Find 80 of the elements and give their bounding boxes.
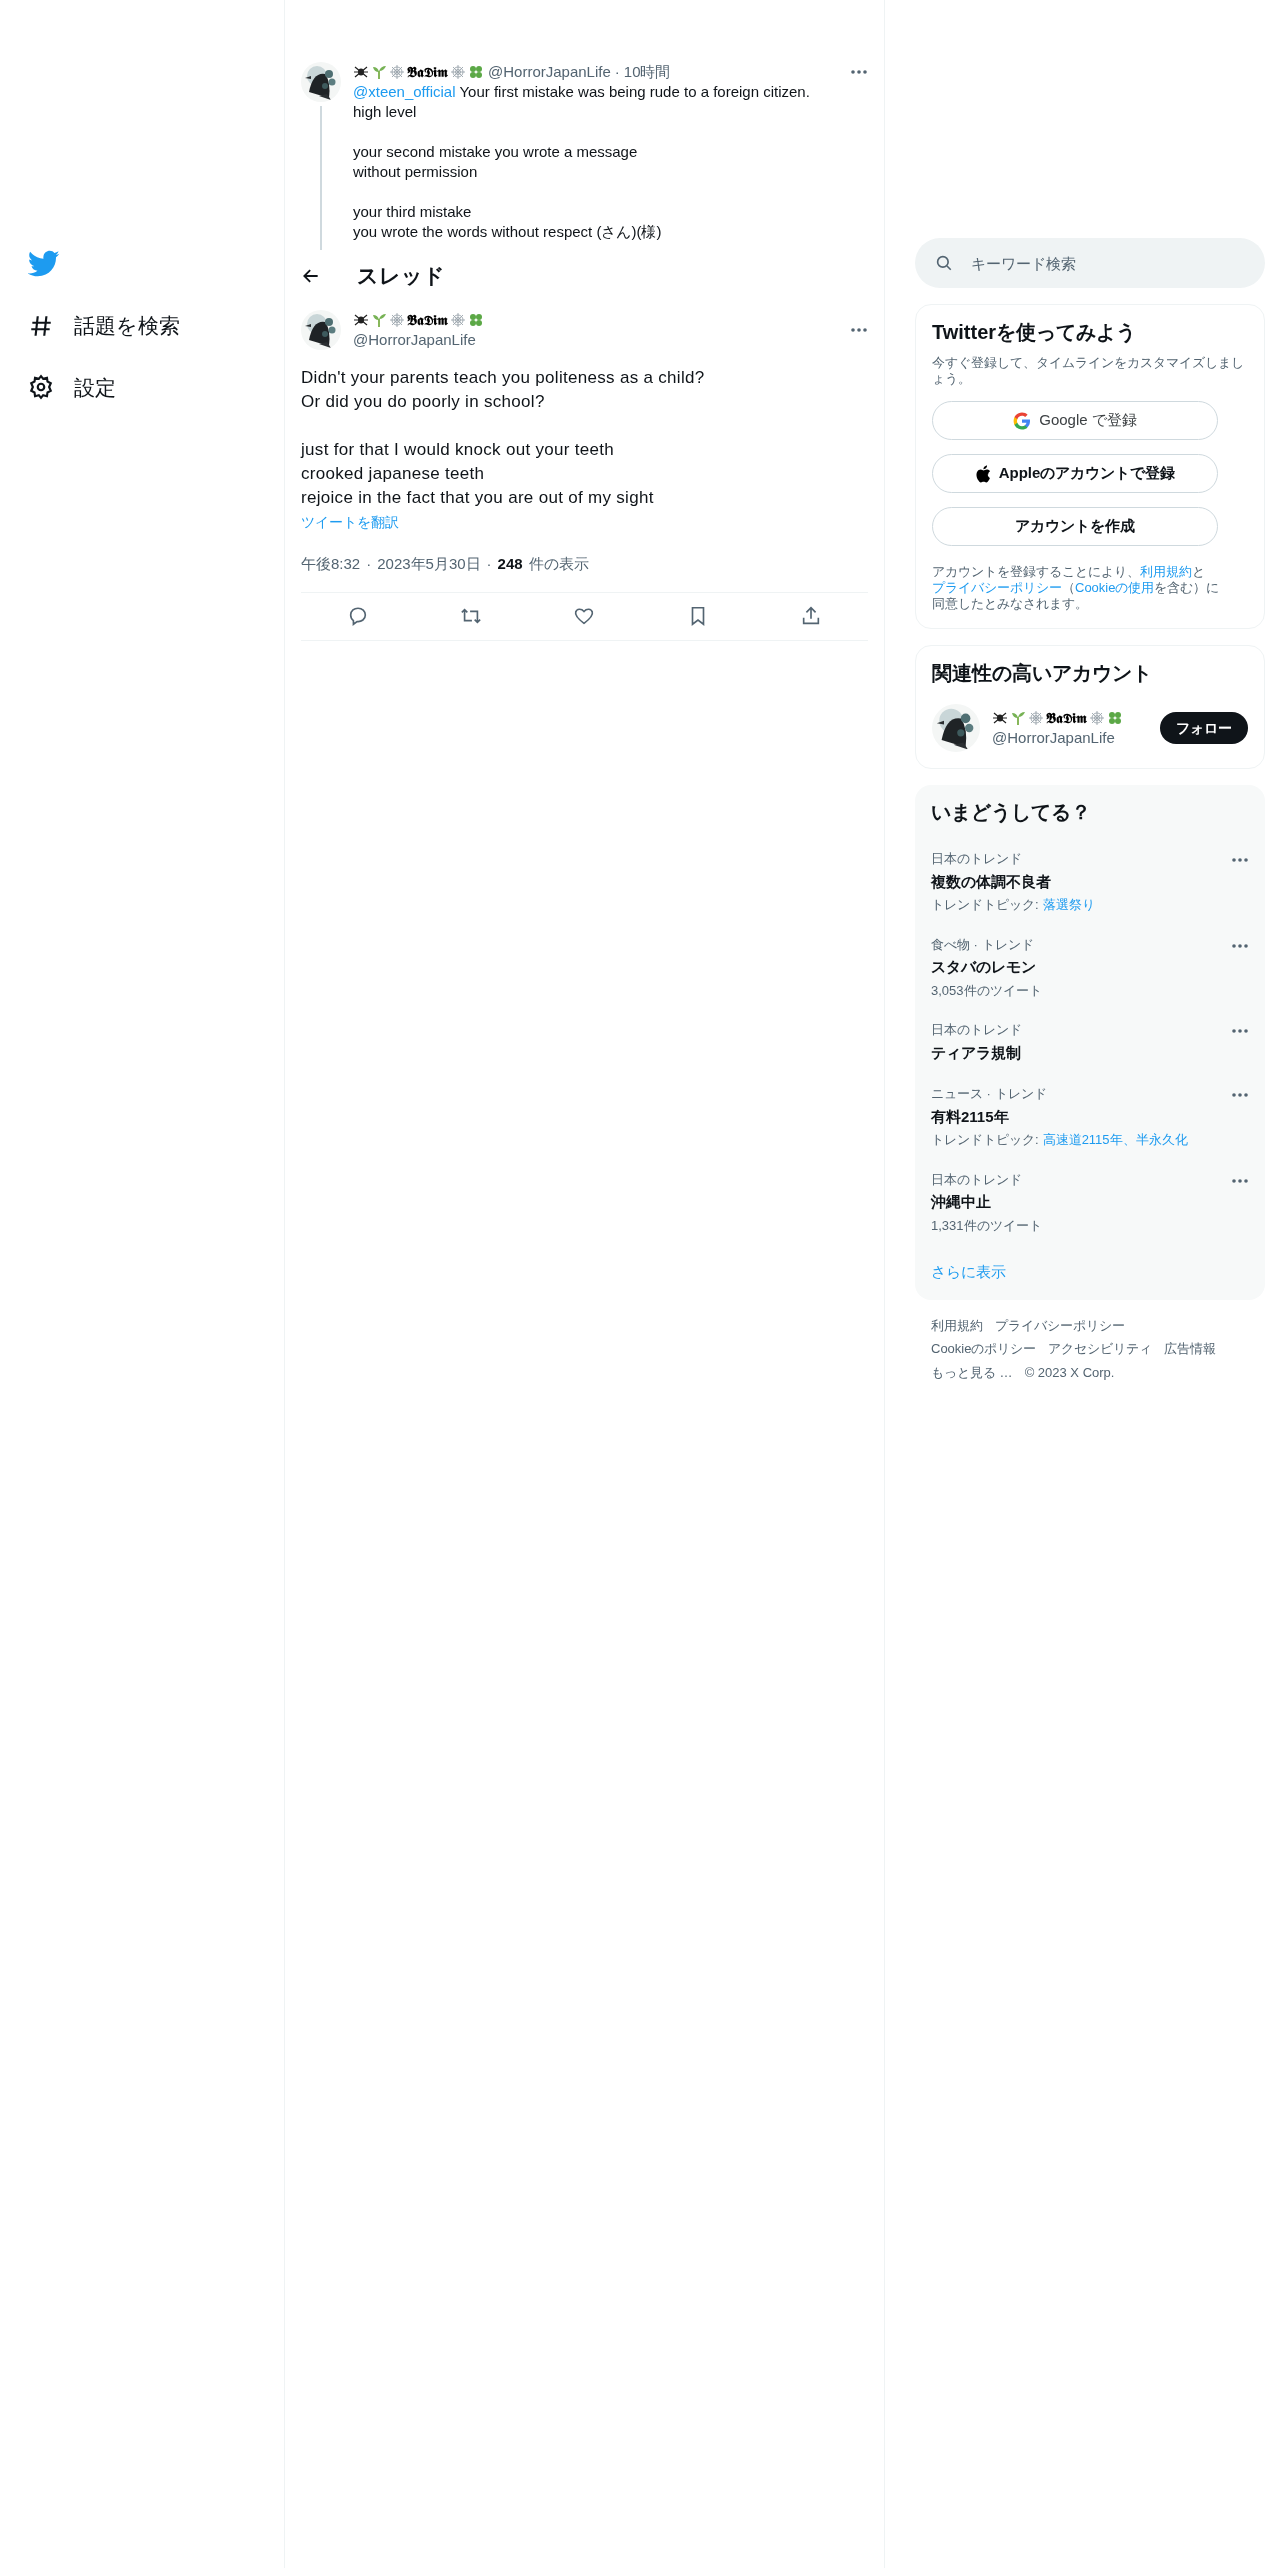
web-icon bbox=[1028, 710, 1044, 726]
footer-link[interactable]: 利用規約 bbox=[931, 1315, 983, 1335]
web-icon bbox=[450, 312, 466, 328]
heart-icon[interactable] bbox=[573, 605, 596, 627]
sprout-icon bbox=[371, 312, 387, 328]
trend-context: 日本のトレンド bbox=[931, 850, 1023, 868]
user-handle: @HorrorJapanLife bbox=[488, 62, 611, 82]
more-icon[interactable] bbox=[850, 69, 868, 75]
web-icon bbox=[389, 312, 405, 328]
trend-name: スタバのレモン bbox=[931, 957, 1037, 977]
card-title: 関連性の高いアカウント bbox=[932, 661, 1153, 686]
tweet-date: 2023年5月30日 bbox=[377, 554, 481, 574]
copyright: © 2023 X Corp. bbox=[1024, 1363, 1115, 1382]
footer-link[interactable]: プライバシーポリシー bbox=[995, 1315, 1125, 1335]
spider-icon bbox=[992, 710, 1008, 726]
trend-name: 沖縄中止 bbox=[931, 1192, 992, 1212]
topic-label: トレンドトピック: bbox=[931, 1131, 1039, 1149]
tweet-text: @xteen_official Your first mistake was being rude to a foreign citizen. high level your second mistake you wrote a message without permission your third mistake you wrote the words without respect (さん)(様) bbox=[353, 82, 811, 242]
header-title: スレッド bbox=[357, 263, 445, 290]
tweet-time: 10時間 bbox=[623, 62, 671, 82]
footer-link[interactable]: アクセシビリティ bbox=[1048, 1339, 1153, 1359]
trend-item[interactable]: ニュース · トレンド 有料2115年 トレンドトピック: 高速道2115年、半永久化 bbox=[915, 1074, 1265, 1160]
footer-link[interactable]: 広告情報 bbox=[1164, 1339, 1217, 1359]
spider-icon bbox=[353, 312, 369, 328]
view-label: 件の表示 bbox=[528, 554, 589, 574]
trend-item[interactable]: 食べ物 · トレンド スタバのレモン 3,053件のツイート bbox=[915, 924, 1265, 1010]
trend-item[interactable]: 日本のトレンド 複数の体調不良者 トレンドトピック: 落選祭り bbox=[915, 839, 1265, 925]
trend-context: 日本のトレンド bbox=[931, 1021, 1023, 1039]
legal-text: アカウントを登録することにより、利用規約 と プライバシーポリシー（Cookieの使用を含む）に同意したとみなされます。 bbox=[932, 564, 1221, 612]
more-icon[interactable] bbox=[1231, 857, 1249, 863]
user-handle: @HorrorJapanLife bbox=[353, 330, 477, 350]
gear-icon bbox=[28, 374, 54, 401]
more-icon[interactable] bbox=[1231, 1028, 1249, 1034]
view-count: 248 bbox=[497, 554, 523, 574]
more-icon[interactable] bbox=[850, 327, 868, 333]
sprout-icon bbox=[1010, 710, 1026, 726]
search-icon bbox=[935, 254, 953, 272]
search-field[interactable]: キーワード検索 bbox=[915, 238, 1265, 288]
web-icon bbox=[450, 64, 466, 80]
topic-label: トレンドトピック: bbox=[931, 896, 1039, 914]
footer-link[interactable]: Cookieのポリシー bbox=[931, 1339, 1037, 1359]
display-name: 𝕭𝖆𝕯𝖎𝖒 bbox=[407, 311, 448, 330]
trend-item[interactable]: 日本のトレンド ティアラ規制 bbox=[915, 1010, 1265, 1074]
web-icon bbox=[1089, 710, 1105, 726]
apple-icon bbox=[974, 464, 991, 483]
tweet-count: 3,053件のツイート bbox=[931, 981, 1043, 1000]
separator-dot: · bbox=[486, 554, 492, 574]
clover-icon bbox=[468, 64, 484, 80]
trend-name: 有料2115年 bbox=[931, 1106, 1010, 1127]
trend-name: 複数の体調不良者 bbox=[931, 871, 1052, 892]
more-icon[interactable] bbox=[1231, 1177, 1249, 1184]
user-handle: @HorrorJapanLife bbox=[992, 728, 1116, 748]
separator-dot: · bbox=[366, 554, 372, 574]
tweet-time: 午後8:32 bbox=[301, 554, 361, 574]
footer-link[interactable]: もっと見る … bbox=[931, 1362, 1013, 1382]
spider-icon bbox=[353, 64, 369, 80]
tweet-count: 1,331件のツイート bbox=[931, 1216, 1043, 1235]
sprout-icon bbox=[371, 64, 387, 80]
more-icon[interactable] bbox=[1231, 942, 1249, 949]
trend-context: ニュース · トレンド bbox=[931, 1085, 1048, 1103]
clover-icon bbox=[468, 312, 484, 328]
clover-icon bbox=[1107, 710, 1123, 726]
display-name: 𝕭𝖆𝕯𝖎𝖒 bbox=[407, 63, 448, 82]
trend-context: 日本のトレンド bbox=[931, 1170, 1023, 1189]
card-title: Twitterを使ってみよう bbox=[932, 320, 1138, 345]
tweet-text: Didn't your parents teach you politeness as a child? Or did you do poorly in school? just for that I would knock out your teeth crooked japanese teeth rejoice in the fact that you are out of my sight bbox=[301, 367, 706, 509]
bird-logo-icon[interactable] bbox=[28, 250, 60, 278]
web-icon bbox=[389, 64, 405, 80]
sidebar-item[interactable]: 設定 bbox=[28, 359, 116, 415]
separator-dot: · bbox=[614, 62, 620, 82]
trend-name: ティアラ規制 bbox=[931, 1042, 1022, 1063]
display-name: 𝕭𝖆𝕯𝖎𝖒 bbox=[1046, 709, 1087, 728]
sidebar-item[interactable]: 話題を検索 bbox=[28, 298, 180, 354]
google-g-icon bbox=[1013, 411, 1032, 430]
card-subtitle: 今すぐ登録して、タイムラインをカスタマイズしましょう。 bbox=[932, 355, 1245, 387]
trend-context: 食べ物 · トレンド bbox=[931, 935, 1035, 954]
more-icon[interactable] bbox=[1231, 1092, 1249, 1098]
card-title: いまどうしてる？ bbox=[930, 800, 1092, 825]
trend-item[interactable]: 日本のトレンド 沖縄中止 1,331件のツイート bbox=[915, 1159, 1265, 1245]
follow-button[interactable]: フォロー bbox=[1160, 712, 1248, 744]
